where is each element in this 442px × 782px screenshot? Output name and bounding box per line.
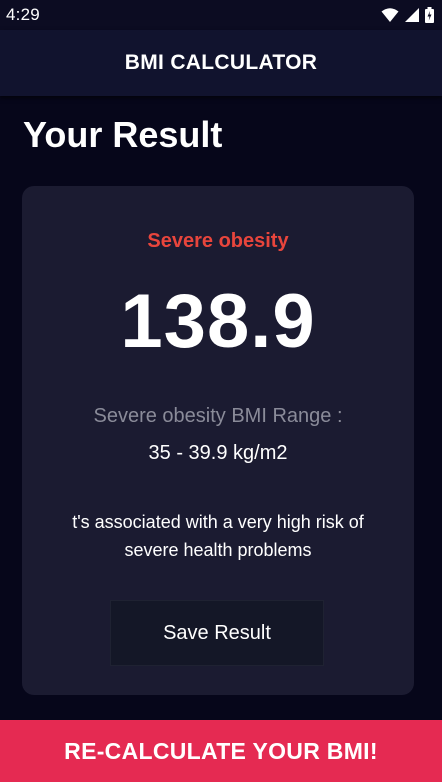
- app-title: BMI CALCULATOR: [124, 51, 318, 74]
- recalculate-button[interactable]: RE-CALCULATE YOUR BMI!: [0, 720, 442, 782]
- bmi-value: 138.9: [120, 279, 316, 364]
- app-bar: BMI CALCULATOR: [0, 30, 442, 96]
- battery-icon: [425, 7, 434, 23]
- page-title: Your Result: [23, 114, 223, 155]
- screen: 4:29 BMI CALCULATOR Your Result Severe o…: [0, 0, 442, 782]
- result-card: Severe obesity 138.9 Severe obesity BMI …: [22, 186, 414, 695]
- bmi-category: Severe obesity: [147, 230, 289, 252]
- status-icons: [381, 7, 434, 23]
- save-result-button[interactable]: Save Result: [110, 600, 324, 666]
- wifi-icon: [381, 8, 399, 22]
- status-time: 4:29: [6, 5, 40, 24]
- bmi-range-label: Severe obesity BMI Range :: [93, 405, 343, 427]
- bmi-range-value: 35 - 39.9 kg/m2: [148, 442, 288, 464]
- status-bar: 4:29: [0, 0, 442, 30]
- bmi-interpretation: t's associated with a very high risk of …: [72, 512, 364, 560]
- signal-icon: [405, 8, 419, 22]
